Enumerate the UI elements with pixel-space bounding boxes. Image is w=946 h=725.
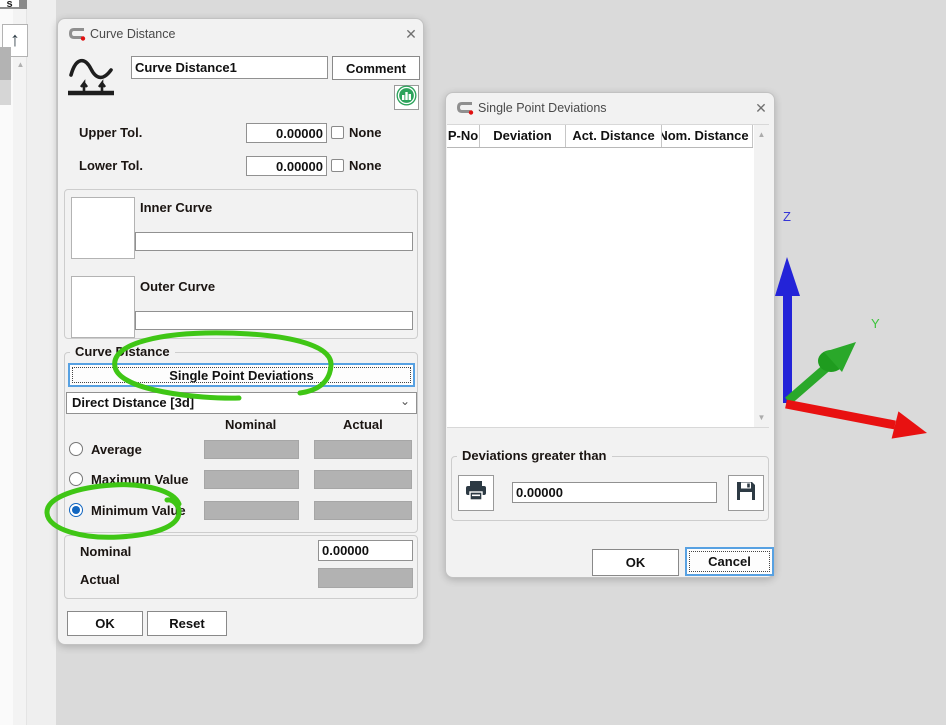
deviations-greater-group: Deviations greater than xyxy=(451,448,769,521)
comment-button[interactable]: Comment xyxy=(332,56,420,80)
deviations-table[interactable]: P-No Deviation Act. Distance Nom. Distan… xyxy=(447,124,769,428)
nominal-column-header: Nominal xyxy=(225,417,277,432)
nominal-label: Nominal xyxy=(80,544,132,559)
dialog-title: Curve Distance xyxy=(90,27,176,41)
lower-tol-input[interactable] xyxy=(246,156,327,176)
outer-curve-label: Outer Curve xyxy=(140,279,216,294)
table-scrollbar[interactable]: ▲ ▼ xyxy=(754,125,769,427)
maximum-nominal-field xyxy=(204,470,299,489)
curve-distance-icon xyxy=(67,53,117,110)
actual-value-field xyxy=(318,568,413,588)
left-panel: s ↑ ▲ xyxy=(0,0,56,725)
print-button[interactable] xyxy=(458,475,494,511)
close-icon[interactable]: ✕ xyxy=(752,99,770,117)
deviation-threshold-input[interactable] xyxy=(512,482,717,503)
table-header-row: P-No Deviation Act. Distance Nom. Distan… xyxy=(447,125,753,148)
histogram-icon xyxy=(396,85,417,111)
left-strip xyxy=(0,0,13,725)
feature-name-input[interactable] xyxy=(131,56,328,79)
curve-dialog-titlebar[interactable]: Curve Distance ✕ xyxy=(58,19,423,49)
maximum-actual-field xyxy=(314,470,412,489)
radio-maximum-value[interactable] xyxy=(69,472,83,486)
radio-minimum-value-label: Minimum Value xyxy=(91,503,186,518)
reset-button[interactable]: Reset xyxy=(147,611,227,636)
average-nominal-field xyxy=(204,440,299,459)
column-header-deviation[interactable]: Deviation xyxy=(480,125,566,147)
actual-label: Actual xyxy=(80,572,120,587)
radio-average[interactable] xyxy=(69,442,83,456)
distance-mode-dropdown[interactable]: Direct Distance [3d] ⌄ xyxy=(66,392,417,414)
chevron-down-icon: ⌄ xyxy=(399,394,410,408)
single-point-deviations-dialog: Single Point Deviations ✕ P-No Deviation… xyxy=(445,92,775,578)
inner-curve-input[interactable] xyxy=(135,232,413,251)
upper-tol-none-label: None xyxy=(349,125,382,140)
clipped-tab-fragment: s xyxy=(0,0,19,9)
lower-tol-none-label: None xyxy=(349,158,382,173)
axis-y-label: Y xyxy=(871,316,880,331)
printer-icon xyxy=(464,480,488,507)
up-arrow-icon: ↑ xyxy=(10,29,20,51)
lower-tol-label: Lower Tol. xyxy=(79,158,144,173)
axis-triad xyxy=(775,257,927,439)
result-group: Nominal Actual xyxy=(64,535,418,599)
app-logo-icon xyxy=(456,101,474,121)
upper-tol-input[interactable] xyxy=(246,123,327,143)
histogram-button[interactable] xyxy=(394,85,419,110)
deviations-greater-label: Deviations greater than xyxy=(457,448,612,463)
spd-dialog-titlebar[interactable]: Single Point Deviations ✕ xyxy=(446,93,774,123)
column-header-act-distance[interactable]: Act. Distance xyxy=(566,125,662,147)
column-header-nom-distance[interactable]: Nom. Distance xyxy=(662,125,753,147)
ok-button[interactable]: OK xyxy=(67,611,143,636)
distance-mode-value: Direct Distance [3d] xyxy=(72,395,195,410)
upper-tol-label: Upper Tol. xyxy=(79,125,143,140)
curve-distance-group: Curve Distance Single Point Deviations D… xyxy=(64,344,418,533)
inner-curve-label: Inner Curve xyxy=(140,200,213,215)
scroll-up-icon[interactable]: ▲ xyxy=(754,130,769,139)
left-scrollbar-track[interactable] xyxy=(13,0,27,725)
radio-average-label: Average xyxy=(91,442,142,457)
inner-curve-preview[interactable] xyxy=(71,197,135,259)
outer-curve-preview[interactable] xyxy=(71,276,135,338)
app-logo-icon xyxy=(68,27,86,47)
spd-ok-button[interactable]: OK xyxy=(592,549,679,576)
actual-column-header: Actual xyxy=(343,417,383,432)
single-point-deviations-button[interactable]: Single Point Deviations xyxy=(68,363,415,387)
column-header-pno[interactable]: P-No xyxy=(447,125,480,147)
floppy-save-icon xyxy=(735,480,757,507)
spd-cancel-button[interactable]: Cancel xyxy=(685,547,774,576)
curve-distance-group-label: Curve Distance xyxy=(70,344,175,359)
clipped-tab-fragment-edge xyxy=(19,0,27,9)
left-scrollbar-thumb-shadow xyxy=(0,80,11,105)
lower-tol-none-checkbox[interactable] xyxy=(331,159,344,172)
radio-minimum-value[interactable] xyxy=(69,503,83,517)
average-actual-field xyxy=(314,440,412,459)
nominal-input[interactable] xyxy=(318,540,413,561)
scroll-up-icon[interactable]: ▲ xyxy=(15,60,26,69)
curves-group: Inner Curve Outer Curve xyxy=(64,189,418,339)
scroll-down-icon[interactable]: ▼ xyxy=(754,413,769,422)
dialog-title: Single Point Deviations xyxy=(478,101,607,115)
upper-tol-none-checkbox[interactable] xyxy=(331,126,344,139)
curve-distance-dialog: Curve Distance ✕ Comment Upper Tol. None… xyxy=(57,18,424,645)
minimum-nominal-field xyxy=(204,501,299,520)
axis-z-label: Z xyxy=(783,209,791,224)
radio-maximum-value-label: Maximum Value xyxy=(91,472,189,487)
save-button[interactable] xyxy=(728,475,764,511)
left-scrollbar-thumb[interactable] xyxy=(0,47,11,80)
minimum-actual-field xyxy=(314,501,412,520)
close-icon[interactable]: ✕ xyxy=(402,25,420,43)
outer-curve-input[interactable] xyxy=(135,311,413,330)
